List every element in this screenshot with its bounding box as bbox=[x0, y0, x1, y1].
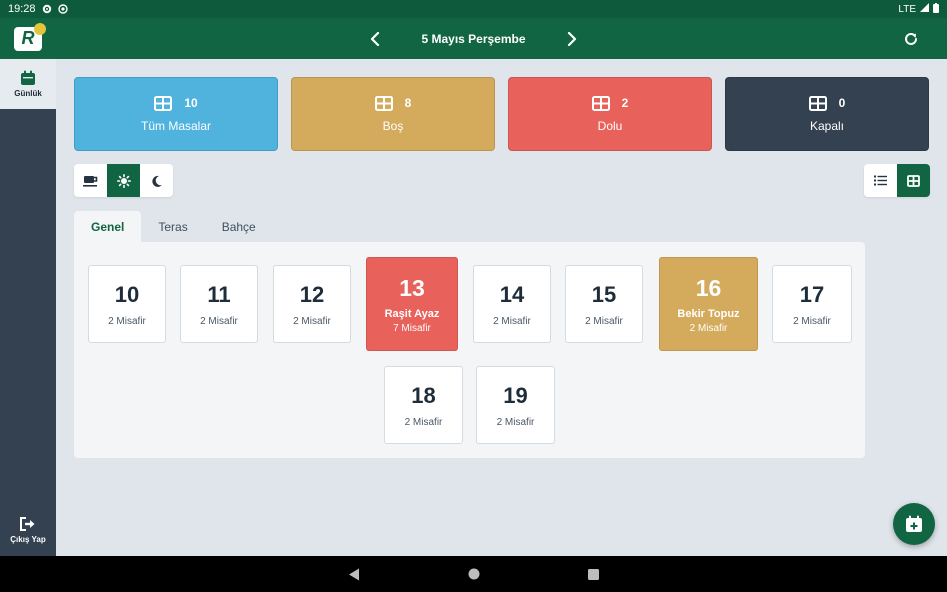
table-number: 19 bbox=[503, 382, 528, 408]
table-guest-name: Bekir Topuz bbox=[677, 307, 740, 320]
chevron-left-icon bbox=[371, 31, 380, 46]
add-reservation-button[interactable] bbox=[893, 503, 935, 545]
lunch-button[interactable] bbox=[107, 164, 140, 197]
table-card-17[interactable]: 17 2 Misafir bbox=[772, 265, 852, 343]
summary-count: 0 bbox=[838, 96, 846, 110]
moon-icon bbox=[151, 175, 162, 187]
summary-card-all[interactable]: 10 Tüm Masalar bbox=[74, 77, 278, 151]
table-guests: 7 Misafir bbox=[393, 322, 431, 334]
back-nav-button[interactable] bbox=[346, 566, 362, 582]
table-guests: 2 Misafir bbox=[404, 416, 443, 428]
table-guests: 2 Misafir bbox=[108, 315, 146, 327]
tab-genel[interactable]: Genel bbox=[74, 211, 142, 242]
sun-icon bbox=[116, 173, 131, 188]
table-guests: 2 Misafir bbox=[793, 315, 831, 327]
table-number: 16 bbox=[695, 274, 722, 301]
table-guests: 2 Misafir bbox=[496, 416, 535, 428]
table-number: 11 bbox=[207, 281, 231, 307]
list-view-button[interactable] bbox=[864, 164, 897, 197]
table-card-19[interactable]: 19 2 Misafir bbox=[476, 366, 555, 444]
previous-day-button[interactable] bbox=[365, 29, 385, 49]
summary-count: 10 bbox=[184, 96, 198, 110]
sidebar-item-daily[interactable]: Günlük bbox=[0, 59, 56, 109]
sidebar: Günlük Çıkış Yap bbox=[0, 59, 56, 556]
summary-card-closed[interactable]: 0 Kapalı bbox=[725, 77, 929, 151]
table-card-16[interactable]: 16 Bekir Topuz 2 Misafir bbox=[659, 257, 758, 351]
logout-label: Çıkış Yap bbox=[10, 535, 46, 544]
grid-view-button[interactable] bbox=[897, 164, 930, 197]
recents-nav-button[interactable] bbox=[586, 566, 602, 582]
network-type: LTE bbox=[898, 3, 916, 15]
calendar-icon bbox=[21, 70, 35, 85]
table-card-12[interactable]: 12 2 Misafir bbox=[273, 265, 351, 343]
table-card-18[interactable]: 18 2 Misafir bbox=[384, 366, 463, 444]
table-guests: 2 Misafir bbox=[200, 315, 238, 327]
sidebar-item-label: Günlük bbox=[14, 89, 42, 98]
status-bar: 19:28 LTE bbox=[0, 0, 947, 18]
system-nav-bar bbox=[0, 556, 947, 592]
date-title: 5 Mayıs Perşembe bbox=[421, 31, 526, 46]
tab-bahce[interactable]: Bahçe bbox=[205, 211, 273, 242]
refresh-icon bbox=[905, 32, 917, 45]
tables-panel: 10 2 Misafir 11 2 Misafir 12 2 Misafir 1… bbox=[74, 242, 865, 458]
dinner-button[interactable] bbox=[140, 164, 173, 197]
table-card-11[interactable]: 11 2 Misafir bbox=[180, 265, 258, 343]
summary-label: Kapalı bbox=[809, 118, 845, 133]
battery-icon bbox=[933, 2, 939, 16]
table-number: 13 bbox=[399, 274, 425, 301]
logo-check-icon bbox=[34, 22, 46, 35]
table-grid-icon bbox=[154, 95, 173, 111]
table-guest-name: Raşit Ayaz bbox=[384, 307, 440, 320]
recents-square-icon bbox=[588, 568, 599, 580]
table-number: 17 bbox=[799, 281, 825, 307]
summary-card-empty[interactable]: 8 Boş bbox=[291, 77, 495, 151]
signal-icon bbox=[920, 3, 929, 15]
coffee-icon bbox=[82, 175, 97, 187]
table-grid-icon bbox=[591, 95, 610, 111]
status-time: 19:28 bbox=[8, 3, 36, 15]
summary-count: 8 bbox=[404, 96, 412, 110]
table-number: 14 bbox=[499, 281, 525, 307]
table-number: 15 bbox=[591, 281, 617, 307]
table-grid-icon bbox=[808, 95, 827, 111]
table-number: 18 bbox=[411, 382, 436, 408]
summary-label: Dolu bbox=[597, 118, 623, 133]
summary-label: Tüm Masalar bbox=[140, 118, 211, 133]
area-tabs: Genel Teras Bahçe bbox=[74, 211, 273, 242]
breakfast-button[interactable] bbox=[74, 164, 107, 197]
table-grid-icon bbox=[374, 95, 393, 111]
table-number: 10 bbox=[114, 281, 140, 307]
logo-letter: R bbox=[21, 28, 35, 48]
table-number: 12 bbox=[299, 281, 325, 307]
meal-period-toggle bbox=[74, 164, 173, 197]
table-guests: 2 Misafir bbox=[689, 322, 728, 334]
grid-icon bbox=[907, 174, 920, 187]
table-card-15[interactable]: 15 2 Misafir bbox=[565, 265, 643, 343]
next-day-button[interactable] bbox=[562, 29, 582, 49]
tab-teras[interactable]: Teras bbox=[141, 211, 204, 242]
app-header: 5 Mayıs Perşembe R bbox=[0, 18, 947, 59]
home-nav-button[interactable] bbox=[466, 566, 482, 582]
table-guests: 2 Misafir bbox=[293, 315, 331, 327]
logout-button[interactable]: Çıkış Yap bbox=[0, 510, 56, 550]
summary-card-occupied[interactable]: 2 Dolu bbox=[508, 77, 712, 151]
summary-count: 2 bbox=[621, 96, 629, 110]
back-triangle-icon bbox=[348, 568, 359, 580]
at-status-icon bbox=[57, 4, 68, 14]
table-guests: 2 Misafir bbox=[585, 315, 623, 327]
home-circle-icon bbox=[468, 568, 479, 580]
view-mode-toggle bbox=[864, 164, 930, 197]
settings-status-icon bbox=[42, 4, 52, 14]
table-guests: 2 Misafir bbox=[493, 315, 531, 327]
chevron-right-icon bbox=[567, 31, 576, 46]
app-logo: R bbox=[0, 18, 56, 59]
logout-icon bbox=[20, 517, 35, 531]
table-card-13[interactable]: 13 Raşit Ayaz 7 Misafir bbox=[366, 257, 458, 351]
refresh-button[interactable] bbox=[901, 29, 921, 49]
list-icon bbox=[874, 175, 887, 186]
table-card-14[interactable]: 14 2 Misafir bbox=[473, 265, 551, 343]
summary-label: Boş bbox=[382, 118, 404, 133]
calendar-add-icon bbox=[906, 515, 922, 532]
table-card-10[interactable]: 10 2 Misafir bbox=[88, 265, 166, 343]
